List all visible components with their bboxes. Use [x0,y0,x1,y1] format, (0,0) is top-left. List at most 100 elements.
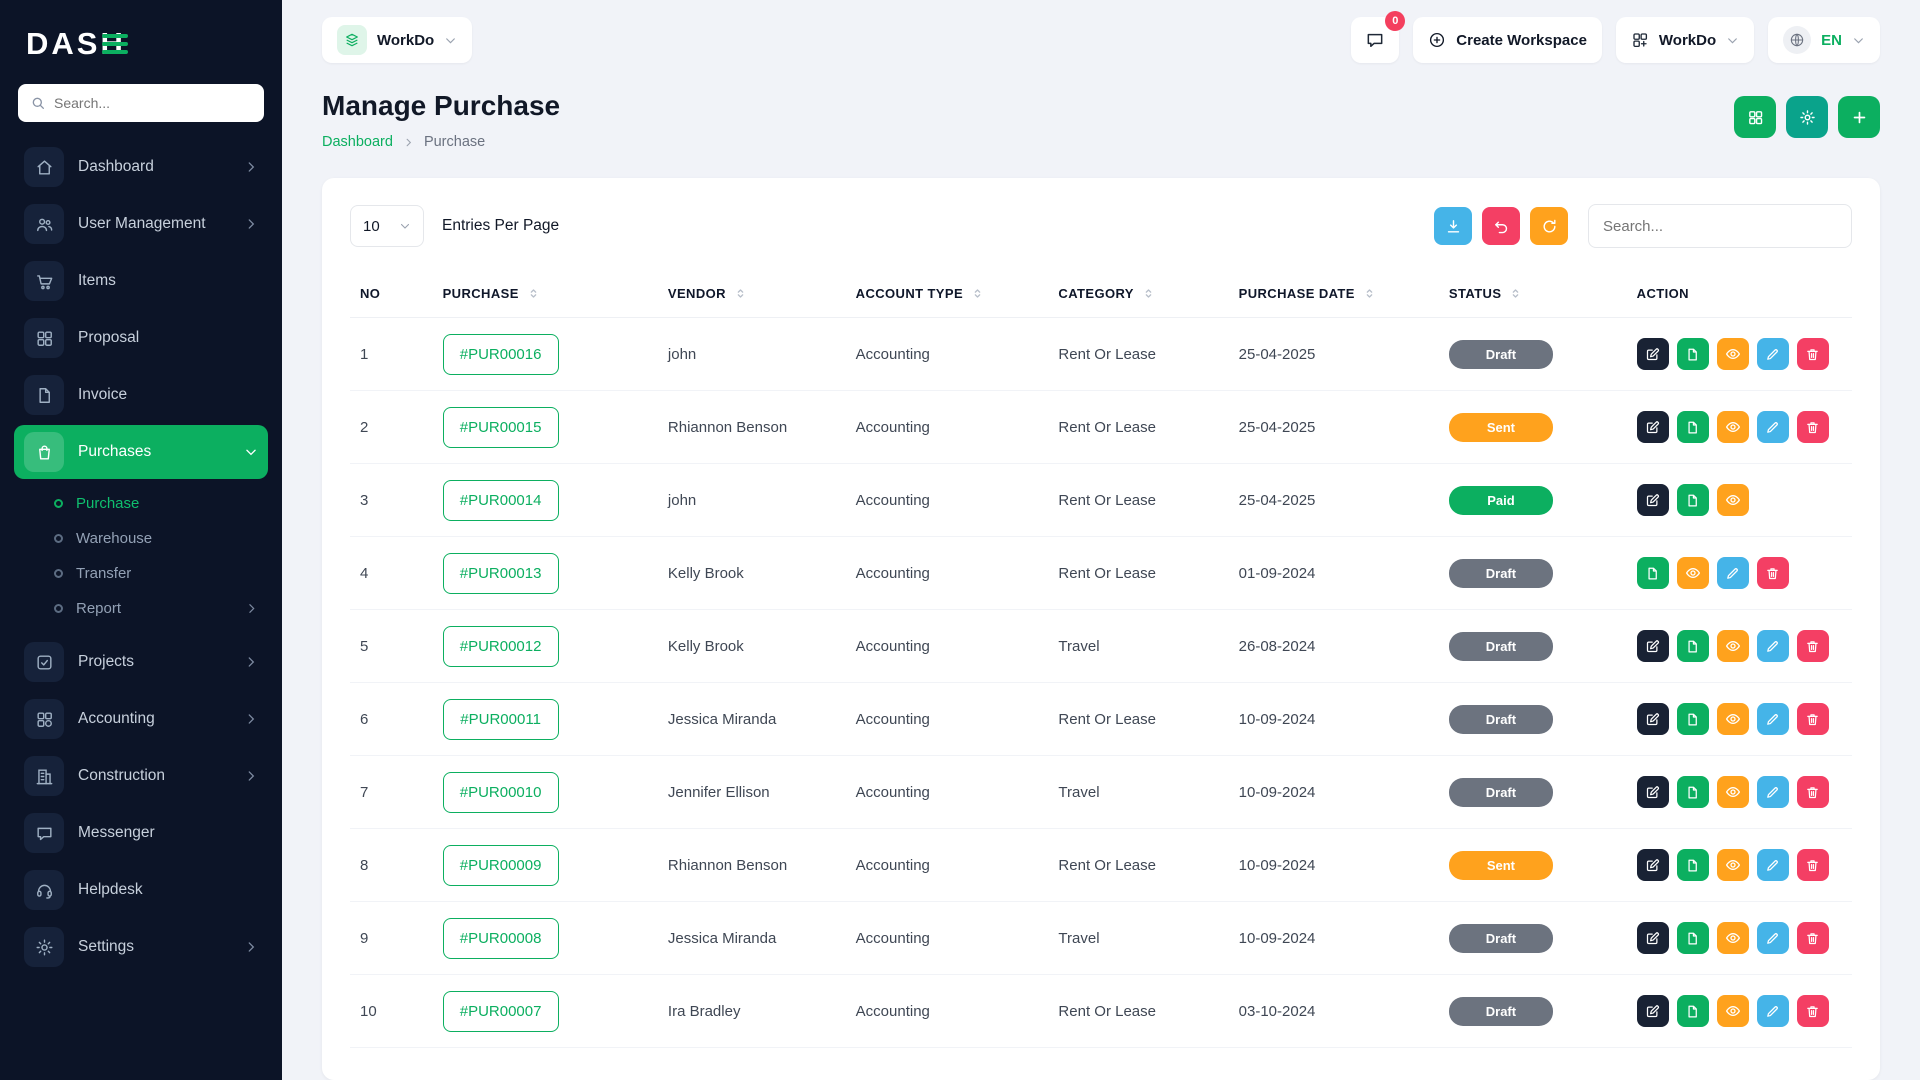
sidebar-item-items[interactable]: Items [14,254,268,308]
purchase-number-link[interactable]: #PUR00015 [443,407,559,448]
update-button[interactable] [1757,630,1789,662]
column-header-account-type[interactable]: ACCOUNT TYPE [846,270,1049,318]
column-header-status[interactable]: STATUS [1439,270,1627,318]
add-purchase-button[interactable] [1838,96,1880,138]
edit-button[interactable] [1637,630,1669,662]
view-button[interactable] [1717,703,1749,735]
entries-per-page-select[interactable]: 10 [350,205,424,247]
grid-view-button[interactable] [1734,96,1776,138]
trash-icon [1805,420,1820,435]
edit-button[interactable] [1637,703,1669,735]
sidebar-subitem-warehouse[interactable]: Warehouse [44,521,268,556]
view-button[interactable] [1717,338,1749,370]
language-selector[interactable]: EN [1768,17,1880,63]
column-header-purchase-date[interactable]: PURCHASE DATE [1229,270,1439,318]
edit-button[interactable] [1637,776,1669,808]
column-header-category[interactable]: CATEGORY [1048,270,1228,318]
view-button[interactable] [1677,557,1709,589]
view-button[interactable] [1717,776,1749,808]
create-workspace-button[interactable]: Create Workspace [1413,17,1602,63]
sidebar-item-accounting[interactable]: Accounting [14,692,268,746]
sidebar-item-settings[interactable]: Settings [14,920,268,974]
edit-button[interactable] [1637,338,1669,370]
purchase-number-link[interactable]: #PUR00008 [443,918,559,959]
update-button[interactable] [1757,338,1789,370]
purchase-number-link[interactable]: #PUR00014 [443,480,559,521]
delete-button[interactable] [1757,557,1789,589]
sidebar-item-invoice[interactable]: Invoice [14,368,268,422]
purchase-date-cell: 10-09-2024 [1229,683,1439,756]
breadcrumb-dashboard-link[interactable]: Dashboard [322,134,393,150]
edit-button[interactable] [1637,484,1669,516]
sidebar-item-construction[interactable]: Construction [14,749,268,803]
duplicate-button[interactable] [1677,338,1709,370]
purchase-number-link[interactable]: #PUR00013 [443,553,559,594]
refresh-button[interactable] [1530,207,1568,245]
edit-button[interactable] [1637,849,1669,881]
update-button[interactable] [1757,703,1789,735]
duplicate-button[interactable] [1677,776,1709,808]
table-search-input[interactable] [1588,204,1852,248]
duplicate-button[interactable] [1677,630,1709,662]
duplicate-button[interactable] [1677,411,1709,443]
view-button[interactable] [1717,995,1749,1027]
view-button[interactable] [1717,484,1749,516]
edit-button[interactable] [1637,922,1669,954]
delete-button[interactable] [1797,338,1829,370]
view-button[interactable] [1717,630,1749,662]
duplicate-button[interactable] [1637,557,1669,589]
sidebar-subitem-purchase[interactable]: Purchase [44,486,268,521]
update-button[interactable] [1717,557,1749,589]
edit-button[interactable] [1637,411,1669,443]
sidebar-item-purchases[interactable]: Purchases [14,425,268,479]
eye-icon [1725,711,1741,727]
delete-button[interactable] [1797,411,1829,443]
sidebar-item-proposal[interactable]: Proposal [14,311,268,365]
edit-button[interactable] [1637,995,1669,1027]
update-button[interactable] [1757,411,1789,443]
workspace-dropdown[interactable]: WorkDo [1616,17,1754,63]
reset-button[interactable] [1482,207,1520,245]
purchase-number-link[interactable]: #PUR00016 [443,334,559,375]
purchase-number-link[interactable]: #PUR00011 [443,699,559,740]
column-header-purchase[interactable]: PURCHASE [433,270,658,318]
brand-logo[interactable]: DASH [0,18,282,84]
sidebar-subitem-transfer[interactable]: Transfer [44,556,268,591]
delete-button[interactable] [1797,995,1829,1027]
view-button[interactable] [1717,922,1749,954]
bullet-icon [54,499,63,508]
purchase-number-link[interactable]: #PUR00010 [443,772,559,813]
view-button[interactable] [1717,411,1749,443]
sidebar-search-input[interactable] [54,95,252,111]
export-button[interactable] [1434,207,1472,245]
sidebar-item-helpdesk[interactable]: Helpdesk [14,863,268,917]
view-button[interactable] [1717,849,1749,881]
delete-button[interactable] [1797,922,1829,954]
sidebar-subitem-report[interactable]: Report [44,591,268,626]
delete-button[interactable] [1797,776,1829,808]
sidebar-item-dashboard[interactable]: Dashboard [14,140,268,194]
purchase-number-link[interactable]: #PUR00007 [443,991,559,1032]
duplicate-button[interactable] [1677,703,1709,735]
update-button[interactable] [1757,922,1789,954]
duplicate-button[interactable] [1677,995,1709,1027]
update-button[interactable] [1757,995,1789,1027]
update-button[interactable] [1757,849,1789,881]
duplicate-button[interactable] [1677,849,1709,881]
delete-button[interactable] [1797,630,1829,662]
messages-button[interactable]: 0 [1351,17,1399,63]
duplicate-button[interactable] [1677,484,1709,516]
workspace-selector[interactable]: WorkDo [322,17,472,63]
duplicate-button[interactable] [1677,922,1709,954]
update-button[interactable] [1757,776,1789,808]
column-header-vendor[interactable]: VENDOR [658,270,846,318]
settings-button[interactable] [1786,96,1828,138]
purchase-number-link[interactable]: #PUR00012 [443,626,559,667]
delete-button[interactable] [1797,849,1829,881]
pencil-icon [1765,420,1780,435]
sidebar-item-messenger[interactable]: Messenger [14,806,268,860]
sidebar-item-projects[interactable]: Projects [14,635,268,689]
delete-button[interactable] [1797,703,1829,735]
sidebar-item-user-management[interactable]: User Management [14,197,268,251]
purchase-number-link[interactable]: #PUR00009 [443,845,559,886]
